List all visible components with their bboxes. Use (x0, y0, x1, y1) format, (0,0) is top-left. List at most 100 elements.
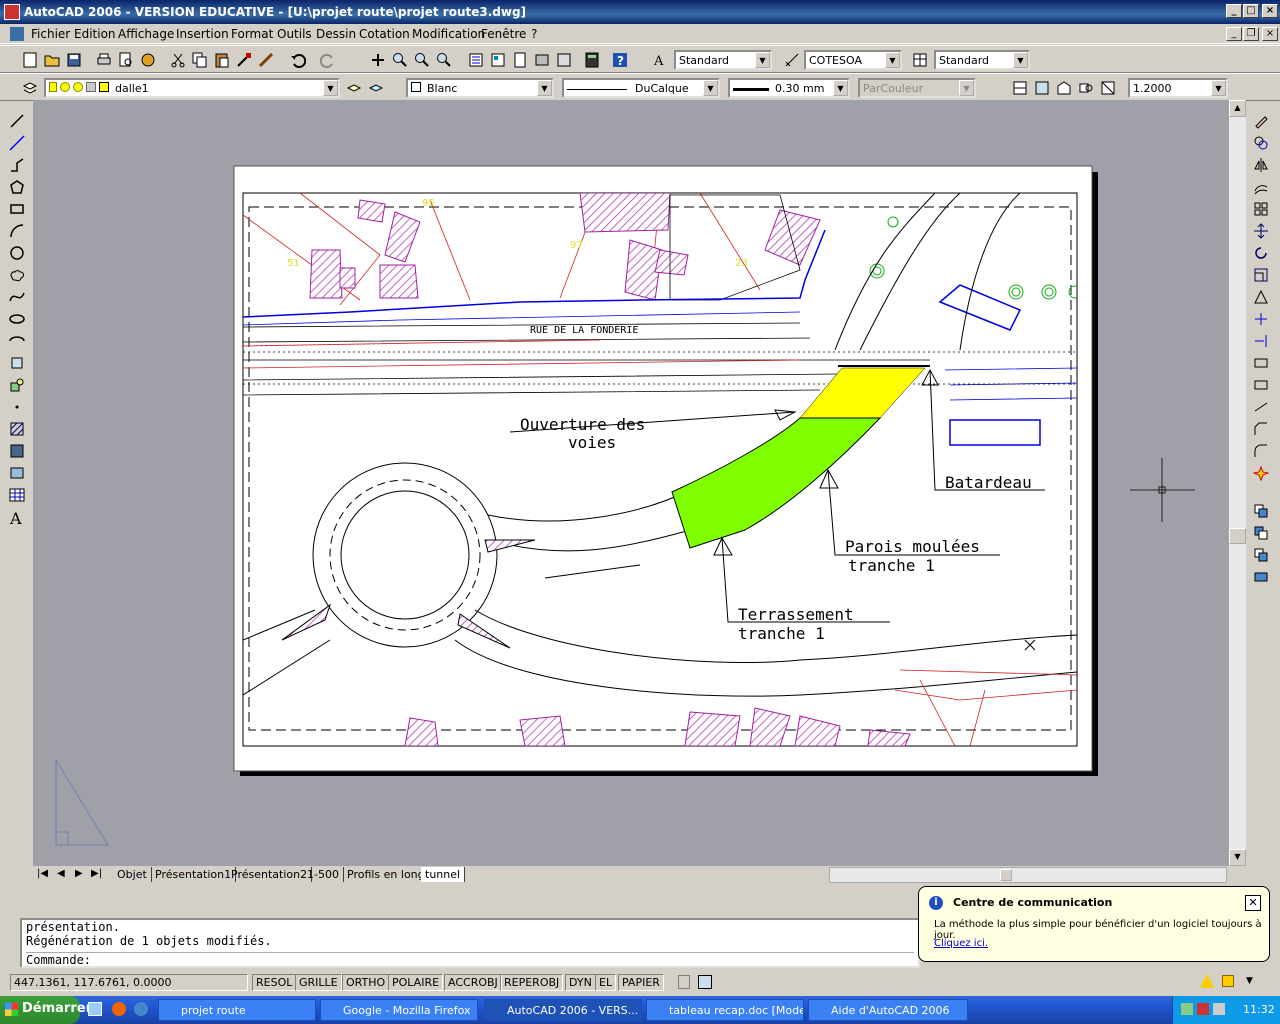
preview-icon[interactable] (116, 50, 136, 70)
mtext-icon[interactable]: A (6, 506, 28, 528)
menu-help[interactable]: ? (531, 27, 537, 41)
new-icon[interactable] (20, 50, 40, 70)
break-icon[interactable] (1250, 374, 1272, 396)
erase-icon[interactable] (1250, 110, 1272, 132)
menu-edition[interactable]: Edition (74, 27, 116, 41)
polygon-icon[interactable] (6, 176, 28, 198)
properties-icon[interactable] (466, 50, 486, 70)
point-icon[interactable] (6, 396, 28, 418)
paste-icon[interactable] (212, 50, 232, 70)
scroll-down-button[interactable]: ▼ (1229, 849, 1246, 866)
doc-restore-button[interactable]: ❐ (1243, 27, 1259, 41)
tab-prev-icon[interactable]: ◀ (57, 868, 65, 879)
design-center-icon[interactable] (488, 50, 508, 70)
tab-next-icon[interactable]: ▶ (75, 868, 83, 879)
break-at-point-icon[interactable] (1250, 352, 1272, 374)
gradient-icon[interactable] (6, 440, 28, 462)
explode-icon[interactable] (1250, 462, 1272, 484)
tab-objet[interactable]: Objet (113, 867, 152, 882)
help-icon[interactable]: ? (610, 50, 630, 70)
menu-outils[interactable]: Outils (277, 27, 312, 41)
menu-dessin[interactable]: Dessin (316, 27, 356, 41)
menu-insertion[interactable]: Insertion (176, 27, 229, 41)
scale-icon[interactable] (1250, 264, 1272, 286)
send-back-icon[interactable] (1250, 544, 1272, 566)
command-prompt[interactable]: Commande: (26, 952, 914, 967)
task-projet-route[interactable]: projet route (158, 999, 316, 1021)
copy-icon[interactable] (190, 50, 210, 70)
dim-style-select[interactable]: COTESOA ▼ (804, 50, 902, 70)
zoom-previous-icon[interactable] (434, 50, 454, 70)
construction-line-icon[interactable] (6, 132, 28, 154)
paper-toggle[interactable]: PAPIER (618, 974, 664, 991)
clip-viewport-icon[interactable] (1098, 78, 1118, 98)
print-icon[interactable] (94, 50, 114, 70)
tray-network-icon[interactable] (1181, 1003, 1193, 1015)
start-button[interactable]: Démarrer (0, 996, 92, 1024)
open-icon[interactable] (42, 50, 62, 70)
table-style-select[interactable]: Standard ▼ (934, 50, 1030, 70)
publish-icon[interactable] (138, 50, 158, 70)
chamfer-icon[interactable] (1250, 418, 1272, 440)
mirror-icon[interactable] (1250, 154, 1272, 176)
task-firefox[interactable]: Google - Mozilla Firefox (320, 999, 478, 1021)
text-style-select[interactable]: Standard ▼ (674, 50, 772, 70)
minimize-button[interactable]: _ (1226, 4, 1242, 18)
convert-viewport-icon[interactable] (1076, 78, 1096, 98)
bring-front-icon[interactable] (1250, 522, 1272, 544)
move-icon[interactable] (1250, 220, 1272, 242)
tool-palettes-icon[interactable] (510, 50, 530, 70)
tab-last-icon[interactable]: ▶| (91, 868, 102, 879)
insert-block-icon[interactable] (6, 352, 28, 374)
otrack-toggle[interactable]: REPEROBJ (500, 974, 564, 991)
layer-select[interactable]: dalle1 ▼ (44, 78, 340, 98)
menu-format[interactable]: Format (231, 27, 273, 41)
osnap-toggle[interactable]: ACCROBJ (444, 974, 502, 991)
region-icon[interactable] (6, 462, 28, 484)
offset-icon[interactable] (1250, 176, 1272, 198)
polar-toggle[interactable]: POLAIRE (388, 974, 444, 991)
lwt-toggle[interactable]: EL (595, 974, 617, 991)
polyline-icon[interactable] (6, 154, 28, 176)
show-desktop-icon[interactable] (88, 1002, 102, 1016)
bring-above-icon[interactable] (1250, 566, 1272, 588)
matchprop-icon[interactable] (234, 50, 254, 70)
arc-icon[interactable] (6, 220, 28, 242)
pan-icon[interactable] (368, 50, 388, 70)
task-word[interactable]: tableau recap.doc [Mode... (646, 999, 804, 1021)
autocad-app-icon[interactable] (4, 4, 20, 20)
menu-fenetre[interactable]: Fenêtre (481, 27, 526, 41)
tray-antivirus-icon[interactable] (1197, 1003, 1209, 1015)
text-style-icon[interactable]: A (650, 50, 670, 70)
grid-toggle[interactable]: GRILLE (295, 974, 342, 991)
coordinates-display[interactable]: 447.1361, 117.6761, 0.0000 (10, 974, 248, 991)
balloon-close-button[interactable]: ✕ (1245, 895, 1261, 911)
document-icon[interactable] (10, 27, 24, 41)
zoom-realtime-icon[interactable] (390, 50, 410, 70)
tab-profils-en-long[interactable]: Profils en long (343, 867, 430, 882)
ellipse-arc-icon[interactable] (6, 330, 28, 352)
viewport-scale-select[interactable]: 1.2000 ▼ (1128, 78, 1228, 98)
draw-order-icon[interactable] (1250, 500, 1272, 522)
drawing-area[interactable]: RUE DE LA FONDERIE 51 97 23 95 Ouverture… (33, 100, 1229, 866)
circle-icon[interactable] (6, 242, 28, 264)
table-icon[interactable] (6, 484, 28, 506)
doc-close-button[interactable]: × (1262, 27, 1278, 41)
array-icon[interactable] (1250, 198, 1272, 220)
viewport-dialog-icon[interactable] (1010, 78, 1030, 98)
undo-icon[interactable] (288, 50, 308, 70)
redo-icon[interactable] (318, 50, 338, 70)
task-autocad[interactable]: AutoCAD 2006 - VERS... (484, 999, 642, 1021)
ellipse-icon[interactable] (6, 308, 28, 330)
single-viewport-icon[interactable] (1032, 78, 1052, 98)
dyn-toggle[interactable]: DYN (565, 974, 596, 991)
tab-presentation2[interactable]: Présentation2 (227, 867, 313, 882)
snap-toggle[interactable]: RESOL (252, 974, 297, 991)
status-menu-icon[interactable]: ▼ (1246, 976, 1253, 986)
spline-icon[interactable] (6, 286, 28, 308)
scroll-thumb[interactable] (1229, 528, 1246, 544)
make-block-icon[interactable] (6, 374, 28, 396)
horizontal-scrollbar[interactable] (829, 867, 1227, 883)
tab-1-500[interactable]: 1-500 (303, 867, 344, 882)
join-icon[interactable] (1250, 396, 1272, 418)
